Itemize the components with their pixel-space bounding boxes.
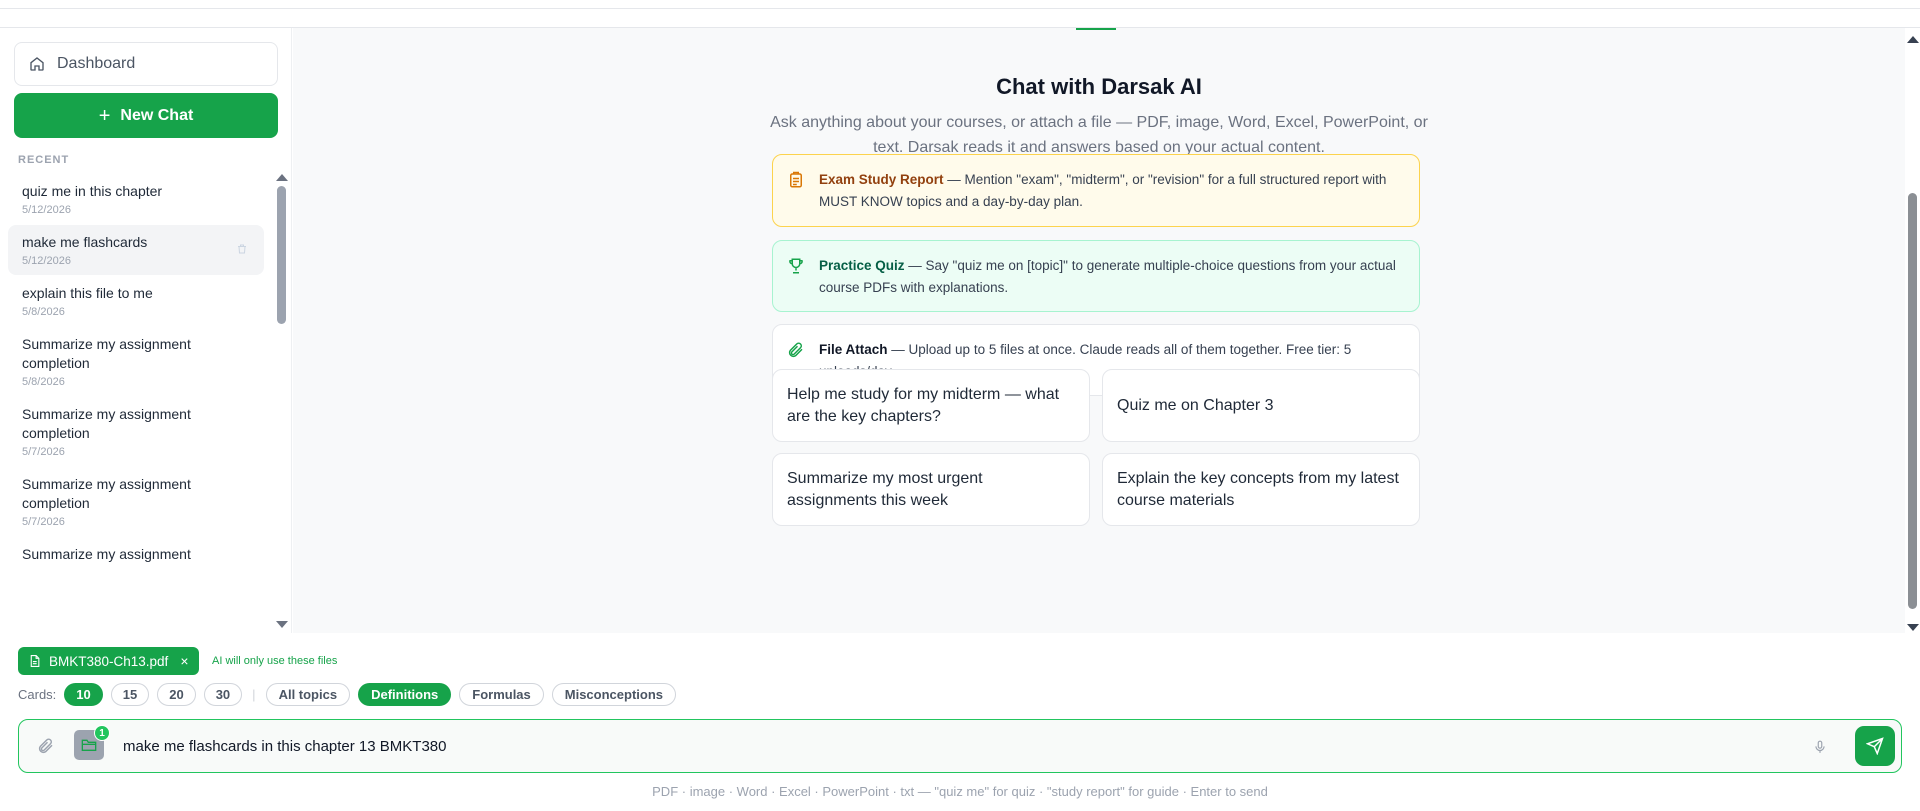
composer-area: BMKT380-Ch13.pdf × AI will only use thes… [0, 633, 1920, 811]
card-count-30[interactable]: 30 [203, 682, 243, 706]
card-heading: Practice Quiz [819, 258, 905, 273]
chat-title: Summarize my assignment [22, 546, 191, 562]
chat-date: 5/12/2026 [22, 204, 71, 216]
topic-definitions[interactable]: Definitions [358, 682, 452, 706]
chat-date: 5/7/2026 [22, 516, 65, 528]
new-chat-label: New Chat [120, 106, 194, 124]
card-heading: File Attach [819, 342, 888, 357]
trophy-icon [789, 258, 803, 274]
scroll-up-arrow-icon[interactable] [276, 174, 288, 181]
exam-study-report-card: Exam Study Report — Mention "exam", "mid… [772, 154, 1420, 227]
chat-history-item[interactable]: Summarize my assignment completion 5/8/2… [8, 327, 264, 396]
card-heading: Exam Study Report [819, 172, 944, 187]
topic-formulas[interactable]: Formulas [459, 682, 544, 706]
file-icon [30, 655, 40, 667]
practice-quiz-card: Practice Quiz — Say "quiz me on [topic]"… [772, 240, 1420, 312]
send-button[interactable] [1855, 726, 1895, 766]
message-input[interactable] [123, 732, 1773, 760]
topic-all-topics[interactable]: All topics [265, 682, 351, 706]
chat-date: 5/12/2026 [22, 255, 71, 267]
chat-title: Summarize my assignment completion [22, 336, 191, 371]
dashboard-button[interactable]: Dashboard [14, 42, 278, 86]
chat-date: 5/8/2026 [22, 306, 65, 318]
chat-history-item[interactable]: Summarize my assignment completion 5/7/2… [8, 397, 264, 466]
send-icon [1866, 737, 1884, 755]
chat-history-item[interactable]: explain this file to me 5/8/2026 [8, 276, 264, 326]
attached-file-chip[interactable]: BMKT380-Ch13.pdf × [18, 647, 199, 675]
scroll-down-arrow-icon[interactable] [1907, 624, 1919, 631]
chat-main-area: Chat with Darsak AI Ask anything about y… [293, 28, 1905, 633]
message-composer: 1 [18, 719, 1902, 773]
flashcard-options-row: Cards: 10 15 20 30 | All topics Definiti… [18, 682, 677, 706]
chat-history-item[interactable]: Summarize my assignment [8, 537, 264, 572]
scrollbar-thumb[interactable] [277, 186, 286, 324]
composer-hint: PDF · image · Word · Excel · PowerPoint … [652, 784, 1268, 799]
file-chip-name: BMKT380-Ch13.pdf [49, 653, 169, 669]
chat-history-item[interactable]: Summarize my assignment completion 5/7/2… [8, 467, 264, 536]
scroll-up-arrow-icon[interactable] [1907, 36, 1919, 43]
plus-icon: + [98, 104, 111, 127]
topic-misconceptions[interactable]: Misconceptions [551, 682, 677, 706]
mic-icon[interactable] [1813, 738, 1827, 756]
chat-history-item[interactable]: quiz me in this chapter 5/12/2026 [8, 174, 264, 224]
suggestion-text: Quiz me on Chapter 3 [1117, 396, 1274, 414]
sidebar-scrollbar[interactable] [274, 174, 288, 628]
card-count-10[interactable]: 10 [64, 682, 103, 706]
card-count-15[interactable]: 15 [110, 682, 150, 706]
close-icon[interactable]: × [180, 653, 188, 669]
home-icon [30, 57, 44, 71]
chat-title: quiz me in this chapter [22, 183, 163, 199]
page-title: Chat with Darsak AI [996, 74, 1202, 99]
file-count-badge: 1 [94, 725, 110, 741]
page-subtitle: Ask anything about your courses, or atta… [770, 114, 1428, 156]
chat-date: 5/7/2026 [22, 446, 65, 458]
suggestion-button[interactable]: Quiz me on Chapter 3 [1102, 369, 1420, 442]
scroll-down-arrow-icon[interactable] [276, 621, 288, 628]
clipboard-icon [790, 171, 802, 188]
recent-heading: RECENT [18, 154, 70, 166]
suggestion-text: Summarize my most urgent assignments thi… [787, 469, 983, 509]
suggestion-text: Explain the key concepts from my latest … [1117, 469, 1399, 509]
active-tab-indicator [1076, 28, 1116, 30]
chat-title: make me flashcards [22, 234, 148, 250]
scrollbar-thumb[interactable] [1908, 193, 1917, 609]
chat-history-item-active[interactable]: make me flashcards 5/12/2026 [8, 225, 264, 275]
trash-icon[interactable] [236, 243, 248, 255]
chat-date: 5/8/2026 [22, 376, 65, 388]
suggestion-text: Help me study for my midterm — what are … [787, 385, 1060, 425]
new-chat-button[interactable]: + New Chat [14, 93, 278, 138]
suggestion-button[interactable]: Help me study for my midterm — what are … [772, 369, 1090, 442]
suggestion-button[interactable]: Explain the key concepts from my latest … [1102, 453, 1420, 526]
chat-title: explain this file to me [22, 285, 153, 301]
top-bar [0, 0, 1920, 28]
folder-icon [81, 739, 97, 751]
sidebar: Dashboard + New Chat RECENT quiz me in t… [0, 28, 292, 633]
chat-history-list: quiz me in this chapter 5/12/2026 make m… [8, 174, 264, 633]
ai-files-note: AI will only use these files [212, 655, 338, 667]
paperclip-icon[interactable] [37, 736, 55, 756]
chat-title: Summarize my assignment completion [22, 476, 191, 511]
dashboard-label: Dashboard [57, 55, 136, 72]
cards-label: Cards: [18, 686, 57, 702]
divider: | [252, 686, 256, 702]
main-scrollbar[interactable] [1905, 28, 1920, 633]
suggestion-button[interactable]: Summarize my most urgent assignments thi… [772, 453, 1090, 526]
card-count-20[interactable]: 20 [157, 682, 196, 706]
card-text: — Say "quiz me on [topic]" to generate m… [819, 258, 1396, 295]
paperclip-icon [788, 342, 803, 358]
chat-title: Summarize my assignment completion [22, 406, 191, 441]
